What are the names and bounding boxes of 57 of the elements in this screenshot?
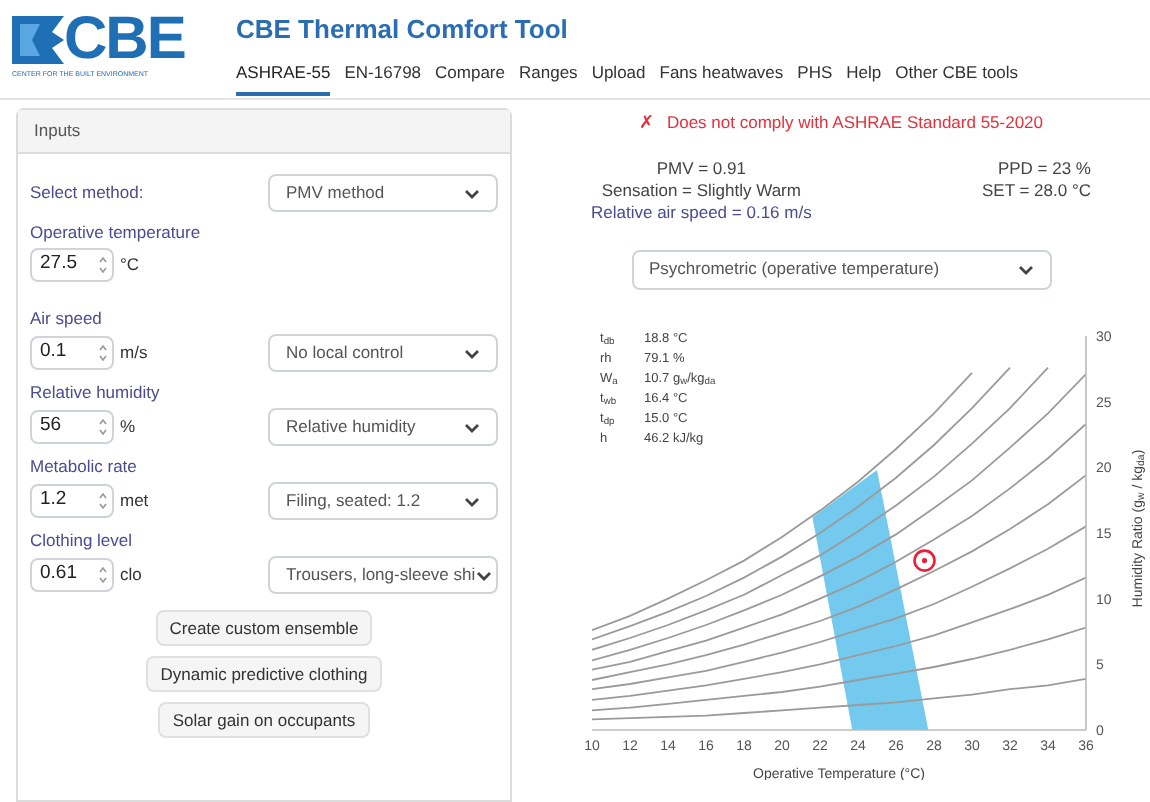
number-field[interactable]: 1.2 <box>30 484 114 518</box>
chevron-down-icon <box>464 187 480 199</box>
nav-tab[interactable]: ASHRAE-55 <box>236 60 331 96</box>
action-button[interactable]: Solar gain on occupants <box>158 702 370 738</box>
nav-tab[interactable]: Upload <box>591 60 646 96</box>
spinner-icon[interactable] <box>98 254 108 276</box>
dropdown[interactable]: Filing, seated: 1.2 <box>268 482 498 520</box>
action-button[interactable]: Create custom ensemble <box>155 610 373 646</box>
action-button[interactable]: Dynamic predictive clothing <box>146 656 382 692</box>
dropdown[interactable]: Psychrometric (operative temperature) <box>631 249 1051 289</box>
spinner-icon[interactable] <box>98 490 108 512</box>
logo-text: CBE <box>64 13 185 66</box>
result-text: SET = 28.0 °C <box>981 179 1091 201</box>
chevron-down-icon <box>464 421 480 433</box>
chevron-down-icon <box>464 347 480 359</box>
spinner-icon[interactable] <box>98 416 108 438</box>
dropdown[interactable]: No local control <box>268 334 498 372</box>
nav-tab[interactable]: PHS <box>797 60 833 96</box>
compliance-message: Does not comply with ASHRAE Standard 55-2020 <box>666 110 1044 137</box>
unit-label: m/s <box>120 340 148 366</box>
spinner-icon[interactable] <box>98 564 108 586</box>
field-label: Air speed <box>30 306 104 330</box>
nav-tab[interactable]: Ranges <box>519 60 578 96</box>
field-label: Clothing level <box>30 528 135 552</box>
dropdown[interactable]: Relative humidity <box>268 408 498 446</box>
field-label: Select method: <box>30 180 144 206</box>
result-text: Relative air speed = 0.16 m/s <box>591 201 812 223</box>
result-text: PMV = 0.91 <box>656 157 746 179</box>
nav-tab[interactable]: Fans heatwaves <box>659 60 784 96</box>
unit-label: °C <box>120 252 140 278</box>
result-text: PPD = 23 % <box>997 157 1091 179</box>
nav-tab[interactable]: EN-16798 <box>344 60 422 96</box>
error-icon: ✗ <box>638 110 655 137</box>
dropdown[interactable]: PMV method <box>268 174 498 212</box>
nav-tab[interactable]: Other CBE tools <box>895 60 1019 96</box>
logo-icon <box>12 15 64 64</box>
number-field[interactable]: 0.61 <box>30 558 114 592</box>
field-label: Metabolic rate <box>30 454 139 478</box>
panel-title: Inputs <box>34 118 81 144</box>
dropdown[interactable]: Trousers, long-sleeve shi <box>268 556 498 594</box>
app-title: CBE Thermal Comfort Tool <box>236 11 570 48</box>
field-label: Relative humidity <box>30 380 162 404</box>
unit-label: met <box>120 488 149 514</box>
number-field[interactable]: 0.1 <box>30 336 114 370</box>
unit-label: clo <box>120 562 142 588</box>
nav-tab[interactable]: Help <box>846 60 882 96</box>
spinner-icon[interactable] <box>98 342 108 364</box>
unit-label: % <box>120 414 136 440</box>
result-text: Sensation = Slightly Warm <box>601 179 801 201</box>
number-field[interactable]: 27.5 <box>30 248 114 282</box>
nav-tab[interactable]: Compare <box>435 60 505 96</box>
chevron-down-icon <box>464 495 480 507</box>
chevron-down-icon <box>475 569 492 581</box>
chevron-down-icon <box>1017 263 1033 275</box>
current-condition-marker <box>913 548 936 571</box>
field-label: Operative temperature <box>30 220 203 244</box>
number-field[interactable]: 56 <box>30 410 114 444</box>
